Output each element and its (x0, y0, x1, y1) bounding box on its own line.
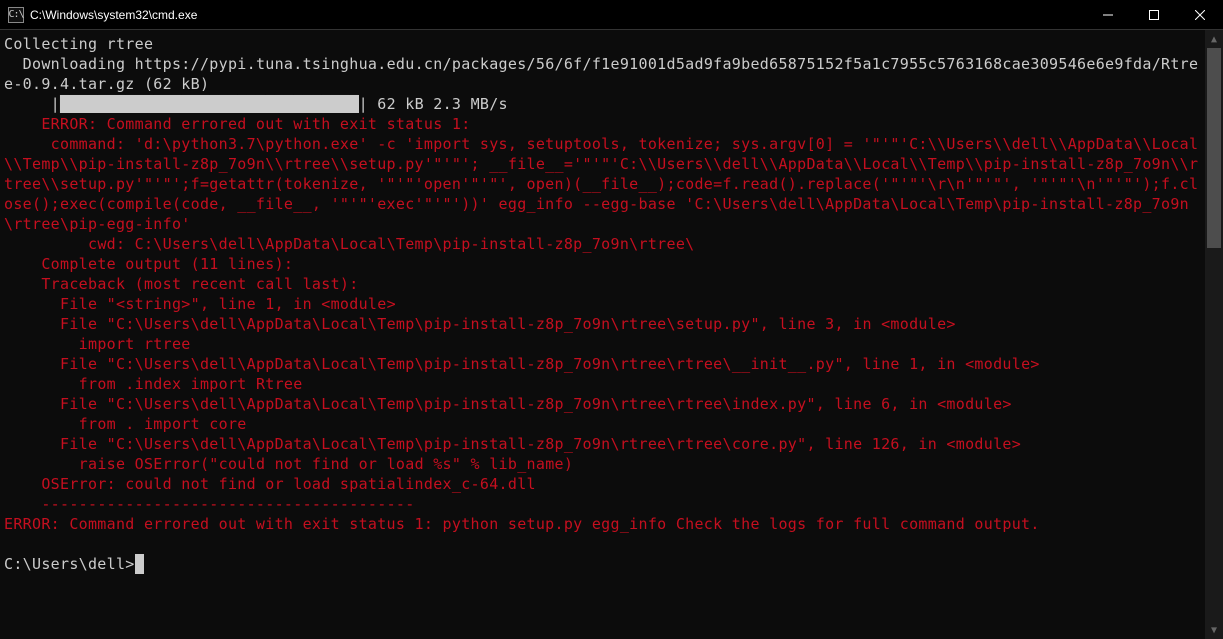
error-line: File "C:\Users\dell\AppData\Local\Temp\p… (4, 315, 956, 333)
terminal-area: Collecting rtree Downloading https://pyp… (0, 30, 1223, 639)
progress-prefix: | (4, 95, 60, 113)
error-line: File "<string>", line 1, in <module> (4, 295, 396, 313)
cursor (135, 554, 144, 574)
maximize-button[interactable] (1131, 0, 1177, 29)
cmd-icon: C:\ (8, 7, 24, 23)
minimize-icon (1103, 10, 1113, 20)
window-titlebar: C:\ C:\Windows\system32\cmd.exe (0, 0, 1223, 30)
final-error-line: ERROR: Command errored out with exit sta… (4, 515, 1040, 533)
progress-suffix: | 62 kB 2.3 MB/s (359, 95, 508, 113)
error-line: File "C:\Users\dell\AppData\Local\Temp\p… (4, 435, 1021, 453)
scroll-up-icon[interactable]: ▲ (1205, 30, 1223, 48)
close-button[interactable] (1177, 0, 1223, 29)
output-line: Collecting rtree (4, 35, 153, 53)
error-line: command: 'd:\python3.7\python.exe' -c 'i… (4, 135, 1198, 233)
error-line: Traceback (most recent call last): (4, 275, 359, 293)
error-line: File "C:\Users\dell\AppData\Local\Temp\p… (4, 395, 1012, 413)
error-line: from . import core (4, 415, 247, 433)
error-line: import rtree (4, 335, 191, 353)
vertical-scrollbar[interactable]: ▲ ▼ (1205, 30, 1223, 639)
minimize-button[interactable] (1085, 0, 1131, 29)
window-title: C:\Windows\system32\cmd.exe (30, 8, 1085, 22)
error-line: cwd: C:\Users\dell\AppData\Local\Temp\pi… (4, 235, 694, 253)
error-line: File "C:\Users\dell\AppData\Local\Temp\p… (4, 355, 1040, 373)
maximize-icon (1149, 10, 1159, 20)
error-line: Complete output (11 lines): (4, 255, 293, 273)
scroll-thumb[interactable] (1207, 48, 1221, 248)
terminal-output[interactable]: Collecting rtree Downloading https://pyp… (0, 30, 1205, 639)
error-separator: ---------------------------------------- (4, 495, 415, 513)
output-line: Downloading https://pypi.tuna.tsinghua.e… (4, 55, 1198, 93)
prompt: C:\Users\dell> (4, 555, 135, 573)
error-line: raise OSError("could not find or load %s… (4, 455, 573, 473)
error-line: OSError: could not find or load spatiali… (4, 475, 536, 493)
scroll-down-icon[interactable]: ▼ (1205, 621, 1223, 639)
error-line: from .index import Rtree (4, 375, 303, 393)
error-line: ERROR: Command errored out with exit sta… (4, 115, 471, 133)
progress-bar: ████████████████████████████████ (60, 95, 359, 113)
close-icon (1195, 10, 1205, 20)
window-controls (1085, 0, 1223, 29)
